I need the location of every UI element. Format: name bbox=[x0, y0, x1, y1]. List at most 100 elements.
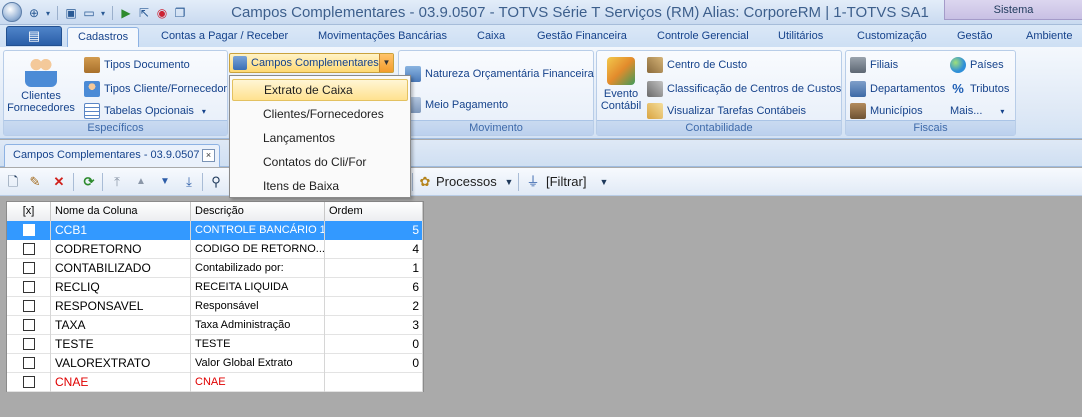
table-row[interactable]: TESTE TESTE 0 bbox=[7, 335, 423, 354]
row-checkbox-cell[interactable] bbox=[7, 316, 51, 335]
row-checkbox-cell[interactable] bbox=[7, 259, 51, 278]
tipos-cliente-fornecedor-button[interactable]: Tipos Cliente/Fornecedor bbox=[84, 79, 227, 99]
municipios-button[interactable]: Municípios bbox=[850, 101, 923, 121]
menu-item-extrato-caixa[interactable]: Extrato de Caixa bbox=[232, 79, 408, 101]
run-icon[interactable]: ▶ bbox=[118, 5, 134, 21]
campos-complementares-label: Campos Complementares bbox=[251, 57, 379, 69]
centro-custo-button[interactable]: Centro de Custo bbox=[647, 55, 747, 75]
first-record-icon[interactable]: ⤒ bbox=[108, 173, 126, 191]
tab-cadastros[interactable]: Cadastros bbox=[67, 27, 140, 47]
visualizar-tarefas-button[interactable]: Visualizar Tarefas Contábeis bbox=[647, 101, 806, 121]
row-checkbox-cell[interactable] bbox=[7, 278, 51, 297]
tabelas-opcionais-button[interactable]: Tabelas Opcionais ▾ bbox=[84, 101, 206, 121]
tab-ambiente[interactable]: Ambiente bbox=[1026, 27, 1072, 47]
window-icon[interactable]: ▭ bbox=[81, 5, 97, 21]
row-checkbox[interactable] bbox=[22, 338, 35, 350]
natureza-orcamentaria-button[interactable]: Natureza Orçamentária Financeira bbox=[405, 64, 594, 84]
tools-icon bbox=[647, 57, 663, 73]
table-row[interactable]: CODRETORNO CODIGO DE RETORNO... 4 bbox=[7, 240, 423, 259]
nome-cell: CNAE bbox=[51, 373, 191, 392]
table-row[interactable]: VALOREXTRATO Valor Global Extrato 0 bbox=[7, 354, 423, 373]
chevron-down-icon[interactable]: ▼ bbox=[500, 173, 518, 191]
next-record-icon[interactable]: ▼ bbox=[156, 173, 174, 191]
column-header-select[interactable]: [x] bbox=[7, 202, 51, 221]
previous-record-icon[interactable]: ▲ bbox=[132, 173, 150, 191]
tributos-button[interactable]: % Tributos bbox=[950, 79, 1009, 99]
menu-item-contatos-cli-for[interactable]: Contatos do Cli/For bbox=[232, 151, 408, 173]
paises-button[interactable]: Países bbox=[950, 55, 1004, 75]
filiais-button[interactable]: Filiais bbox=[850, 55, 898, 75]
tab-gestao[interactable]: Gestão bbox=[957, 27, 992, 47]
departamentos-button[interactable]: Departamentos bbox=[850, 79, 945, 99]
filtrar-button[interactable]: [Filtrar] bbox=[546, 173, 586, 191]
row-checkbox-cell[interactable] bbox=[7, 373, 51, 392]
mais-button[interactable]: Mais... ▾ bbox=[950, 101, 1004, 121]
row-checkbox-cell[interactable] bbox=[7, 297, 51, 316]
chevron-down-icon[interactable]: ▼ bbox=[379, 54, 393, 72]
row-checkbox[interactable] bbox=[22, 281, 35, 293]
export-icon[interactable]: ⇱ bbox=[136, 5, 152, 21]
dropdown-arrow-icon[interactable]: ▾ bbox=[99, 5, 107, 21]
row-checkbox-cell[interactable] bbox=[7, 335, 51, 354]
tab-customizacao[interactable]: Customização bbox=[857, 27, 927, 47]
table-row[interactable]: CONTABILIZADO Contabilizado por: 1 bbox=[7, 259, 423, 278]
refresh-icon[interactable]: ⟳ bbox=[80, 173, 98, 191]
processos-icon[interactable]: ✿ bbox=[416, 173, 434, 191]
column-header-descricao[interactable]: Descrição bbox=[191, 202, 325, 221]
column-header-nome[interactable]: Nome da Coluna bbox=[51, 202, 191, 221]
row-checkbox-cell[interactable] bbox=[7, 354, 51, 373]
tab-utilitarios[interactable]: Utilitários bbox=[778, 27, 823, 47]
row-checkbox[interactable] bbox=[22, 262, 35, 274]
dropdown-arrow-icon[interactable]: ▾ bbox=[44, 5, 52, 21]
tab-controle-gerencial[interactable]: Controle Gerencial bbox=[657, 27, 749, 47]
copy-icon[interactable]: ❐ bbox=[172, 5, 188, 21]
filter-icon[interactable]: ⏚ bbox=[524, 173, 542, 191]
tipos-documento-button[interactable]: Tipos Documento bbox=[84, 55, 190, 75]
separator bbox=[57, 6, 58, 20]
classificacao-centros-button[interactable]: Classificação de Centros de Custos bbox=[647, 79, 841, 99]
delete-icon[interactable]: ✕ bbox=[50, 173, 68, 191]
document-tab-campos-complementares[interactable]: Campos Complementares - 03.9.0507 × bbox=[4, 144, 220, 167]
globe-icon[interactable]: ⊕ bbox=[26, 5, 42, 21]
grid-header-row: [x] Nome da Coluna Descrição Ordem bbox=[7, 202, 423, 221]
tab-caixa[interactable]: Caixa bbox=[477, 27, 505, 47]
menu-item-itens-baixa[interactable]: Itens de Baixa bbox=[232, 175, 408, 197]
row-checkbox[interactable] bbox=[22, 224, 35, 236]
row-checkbox-cell[interactable] bbox=[7, 240, 51, 259]
row-checkbox[interactable] bbox=[22, 243, 35, 255]
tab-movimentacoes-bancarias[interactable]: Movimentações Bancárias bbox=[318, 27, 447, 47]
row-checkbox[interactable] bbox=[22, 300, 35, 312]
sistema-tab[interactable]: Sistema bbox=[944, 0, 1082, 20]
tab-gestao-financeira[interactable]: Gestão Financeira bbox=[537, 27, 627, 47]
row-checkbox[interactable] bbox=[22, 357, 35, 369]
row-checkbox[interactable] bbox=[22, 376, 35, 388]
mais-label: Mais... bbox=[950, 105, 983, 117]
save-icon[interactable]: ▣ bbox=[63, 5, 79, 21]
menu-item-lancamentos[interactable]: Lançamentos bbox=[232, 127, 408, 149]
table-row[interactable]: TAXA Taxa Administração 3 bbox=[7, 316, 423, 335]
group-label-movimento: Movimento bbox=[399, 120, 593, 135]
column-header-ordem[interactable]: Ordem bbox=[325, 202, 423, 221]
row-checkbox[interactable] bbox=[22, 319, 35, 331]
chevron-down-icon[interactable]: ▼ bbox=[595, 173, 613, 191]
web-icon[interactable]: ◉ bbox=[154, 5, 170, 21]
table-row[interactable]: RECLIQ RECEITA LIQUIDA 6 bbox=[7, 278, 423, 297]
edit-icon[interactable]: ✎ bbox=[26, 173, 44, 191]
meio-pagamento-button[interactable]: Meio Pagamento bbox=[405, 95, 508, 115]
clientes-fornecedores-button[interactable]: Clientes Fornecedores bbox=[7, 55, 75, 114]
table-row[interactable]: CCB1 CONTROLE BANCÁRIO 15 bbox=[7, 221, 423, 240]
processos-button[interactable]: Processos bbox=[436, 173, 497, 191]
tab-contas-pagar-receber[interactable]: Contas a Pagar / Receber bbox=[161, 27, 288, 47]
app-menu-orb-icon[interactable] bbox=[2, 2, 22, 22]
last-record-icon[interactable]: ⤓ bbox=[180, 173, 198, 191]
close-icon[interactable]: × bbox=[202, 149, 215, 162]
table-row[interactable]: CNAE CNAE bbox=[7, 373, 423, 392]
menu-item-clientes-fornecedores[interactable]: Clientes/Fornecedores bbox=[232, 103, 408, 125]
row-checkbox-cell[interactable] bbox=[7, 221, 51, 240]
evento-contabil-button[interactable]: Evento Contábil bbox=[599, 57, 643, 112]
new-icon[interactable]: 🗋 bbox=[4, 173, 22, 191]
campos-complementares-button[interactable]: Campos Complementares ▼ bbox=[229, 53, 394, 73]
table-row[interactable]: RESPONSAVEL Responsável 2 bbox=[7, 297, 423, 316]
search-icon[interactable]: ⚲ bbox=[207, 173, 225, 191]
file-menu-button[interactable]: ▤ bbox=[6, 26, 62, 46]
